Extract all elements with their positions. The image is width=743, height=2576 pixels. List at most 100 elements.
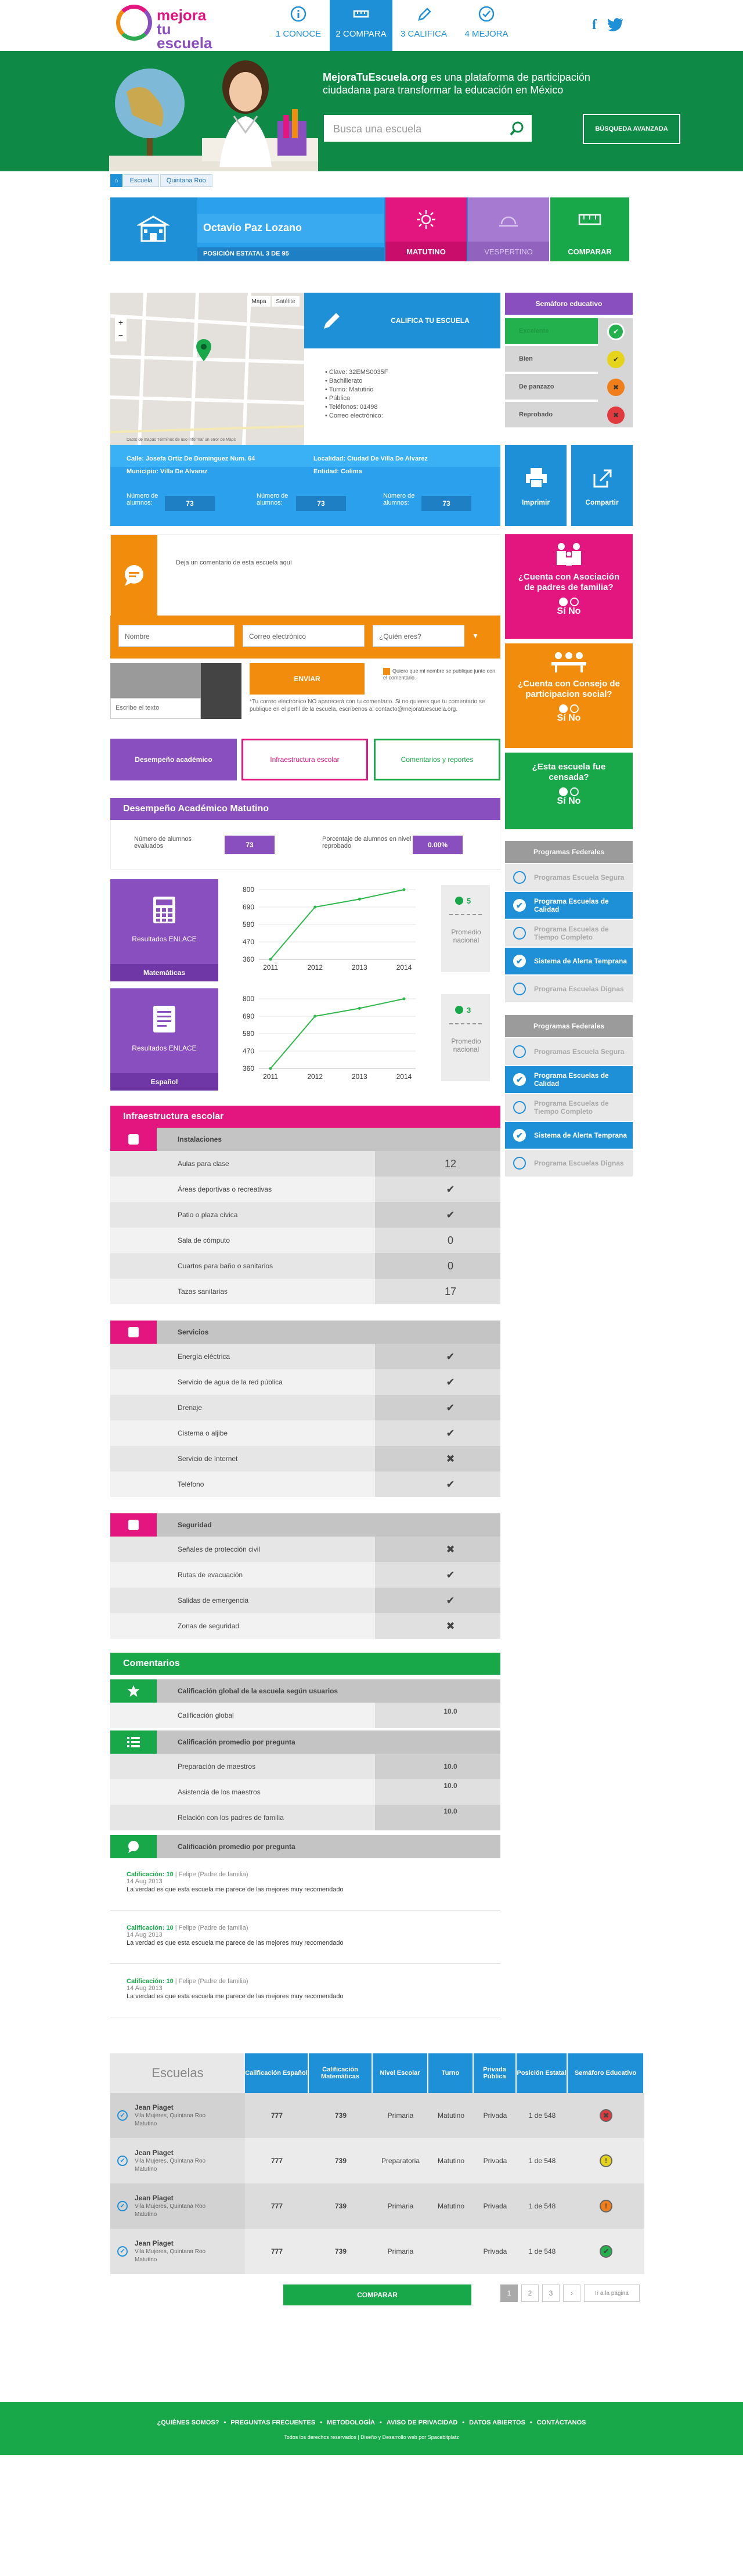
facebook-icon[interactable]: f <box>592 17 607 33</box>
unchecked-icon[interactable] <box>513 927 526 940</box>
page-button[interactable]: 2 <box>521 2284 539 2302</box>
map-zoom-control[interactable]: + − <box>115 316 127 341</box>
global-score: 10.0 <box>443 1707 457 1715</box>
tab-vespertino[interactable]: VESPERTINO <box>468 197 549 261</box>
check-circle-icon[interactable]: ✔ <box>117 2246 128 2257</box>
step-mejora[interactable]: 4 MEJORA <box>455 0 518 51</box>
data-point <box>269 958 272 961</box>
unchecked-icon[interactable] <box>513 1157 526 1170</box>
compare-schools-button[interactable]: COMPARAR <box>283 2284 471 2305</box>
program-item[interactable]: Programas Escuela Segura <box>505 1038 633 1066</box>
students-count: 73 <box>165 496 215 511</box>
list-icon <box>110 1730 157 1754</box>
check-circle-icon <box>478 6 495 22</box>
program-item[interactable]: Programas Escuela Segura <box>505 864 633 892</box>
yes-no-radio[interactable] <box>505 598 633 607</box>
tab-comentarios[interactable]: Comentarios y reportes <box>374 739 500 780</box>
search-box[interactable]: Busca una escuela <box>323 114 533 143</box>
checked-icon[interactable]: ✔ <box>513 955 526 967</box>
infra-row: Áreas deportivas o recreativas ✔ <box>110 1177 500 1202</box>
table-header[interactable]: Calificación Español <box>245 2053 309 2093</box>
publish-name-checkbox[interactable]: Quiero que mi nombre se publique junto c… <box>383 668 499 681</box>
table-row[interactable]: ✔ Jean Piaget Vila Mujeres, Quintana Roo Ma… <box>110 2138 644 2183</box>
logo[interactable]: mejora tu escuela <box>116 5 212 51</box>
program-item[interactable]: Programa Escuelas Dignas <box>505 976 633 1003</box>
table-header[interactable]: Privada Pública <box>474 2053 517 2093</box>
page-button[interactable]: 3 <box>542 2284 560 2302</box>
checked-icon[interactable]: ✔ <box>513 899 526 912</box>
checked-icon[interactable]: ✔ <box>513 1129 526 1142</box>
school-info-card: CALIFICA TU ESCUELA • Clave: 32EMS0035F … <box>304 293 500 445</box>
infra-row: Drenaje ✔ <box>110 1395 500 1420</box>
home-icon[interactable]: ⌂ <box>110 174 122 187</box>
share-button[interactable]: Compartir <box>571 445 633 526</box>
table-header[interactable]: Semáforo Educativo <box>568 2053 644 2093</box>
table-header[interactable]: Posición Estatal <box>517 2053 568 2093</box>
table-row[interactable]: ✔ Jean Piaget Vila Mujeres, Quintana Roo Ma… <box>110 2093 644 2138</box>
chevron-right-icon[interactable]: › <box>563 2284 580 2302</box>
print-button[interactable]: Imprimir <box>505 445 567 526</box>
table-header[interactable]: Nivel Escolar <box>373 2053 428 2093</box>
footer-link[interactable]: PREGUNTAS FRECUENTES <box>230 2419 315 2426</box>
traffic-yellow-icon: ✔ <box>607 351 625 368</box>
unchecked-icon[interactable] <box>513 1045 526 1058</box>
share-icon <box>593 469 612 488</box>
tab-desempeno[interactable]: Desempeño académico <box>110 739 237 780</box>
go-to-page-input[interactable]: Ir a la página <box>584 2284 640 2302</box>
program-item[interactable]: Programa Escuelas de Tiempo Completo <box>505 1094 633 1122</box>
table-header[interactable]: Turno <box>428 2053 474 2093</box>
checked-icon[interactable]: ✔ <box>513 1073 526 1086</box>
captcha-input[interactable]: Escribe el texto <box>110 698 201 719</box>
unchecked-icon[interactable] <box>513 1101 526 1114</box>
send-button[interactable]: ENVIAR <box>250 663 365 695</box>
breadcrumb-escuela[interactable]: Escuela <box>123 174 159 187</box>
failing-percent: 0.00% <box>413 836 463 854</box>
infra-section: Servicios <box>110 1321 500 1344</box>
step-conoce[interactable]: 1 CONOCE <box>267 0 330 51</box>
twitter-icon[interactable] <box>607 17 623 31</box>
footer-link[interactable]: METODOLOGÍA <box>327 2419 375 2426</box>
program-item[interactable]: ✔ Sistema de Alerta Temprana <box>505 948 633 976</box>
compare-button[interactable]: COMPARAR <box>550 197 629 261</box>
check-circle-icon[interactable]: ✔ <box>117 2110 128 2121</box>
table-header[interactable]: Calificación Matemáticas <box>309 2053 373 2093</box>
check-circle-icon[interactable]: ✔ <box>117 2156 128 2166</box>
tab-infraestructura[interactable]: Infraestructura escolar <box>241 739 368 780</box>
footer-link[interactable]: CONTÁCTANOS <box>537 2419 586 2426</box>
footer-link[interactable]: DATOS ABIERTOS <box>469 2419 525 2426</box>
page-button[interactable]: 1 <box>500 2284 518 2302</box>
footer-link[interactable]: AVISO DE PRIVACIDAD <box>387 2419 457 2426</box>
rate-school-button[interactable]: CALIFICA TU ESCUELA <box>360 293 500 348</box>
yes-no-radio[interactable] <box>505 787 633 797</box>
email-input[interactable]: Correo electrónico <box>243 625 365 647</box>
yes-no-radio[interactable] <box>505 704 633 714</box>
check-circle-icon[interactable]: ✔ <box>117 2201 128 2211</box>
program-item[interactable]: ✔ Programa Escuelas de Calidad <box>505 1066 633 1094</box>
advanced-search-button[interactable]: BÚSQUEDA AVANZADA <box>583 114 680 144</box>
unchecked-icon[interactable] <box>513 983 526 995</box>
unchecked-icon[interactable] <box>513 871 526 884</box>
program-item[interactable]: Programa Escuelas Dignas <box>505 1150 633 1178</box>
program-item[interactable]: ✔ Sistema de Alerta Temprana <box>505 1122 633 1150</box>
map-attribution: Datos de mapas Términos de uso Informar … <box>127 438 236 442</box>
table-row[interactable]: ✔ Jean Piaget Vila Mujeres, Quintana Roo Ma… <box>110 2229 644 2274</box>
step-califica[interactable]: 3 CALIFICA <box>392 0 455 51</box>
chevron-down-icon[interactable]: ▼ <box>464 625 486 647</box>
footer-link[interactable]: ¿QUIÉNES SOMOS? <box>157 2419 219 2426</box>
captcha-area: Escribe el texto <box>110 663 244 727</box>
program-item[interactable]: Programa Escuelas de Tiempo Completo <box>505 920 633 948</box>
step-compara[interactable]: 2 COMPARA <box>330 0 392 51</box>
comment-textarea[interactable]: Deja un comentario de esta escuela aquí <box>176 559 292 566</box>
table-row[interactable]: ✔ Jean Piaget Vila Mujeres, Quintana Roo Ma… <box>110 2183 644 2229</box>
name-input[interactable]: Nombre <box>118 625 235 647</box>
satellite-button[interactable]: Satélite <box>272 296 300 307</box>
captcha-controls[interactable] <box>201 663 241 719</box>
program-item[interactable]: ✔ Programa Escuelas de Calidad <box>505 892 633 920</box>
breadcrumb-state[interactable]: Quintana Roo <box>160 174 212 187</box>
national-average: 3 Promedio nacional <box>441 994 490 1081</box>
tab-matutino[interactable]: MATUTINO <box>385 197 467 261</box>
school-map[interactable]: Mapa Satélite + − Datos de mapas Términos… <box>110 292 305 445</box>
map-button[interactable]: Mapa <box>247 296 270 307</box>
search-input[interactable]: Busca una escuela <box>333 123 421 135</box>
search-icon[interactable] <box>510 121 525 136</box>
